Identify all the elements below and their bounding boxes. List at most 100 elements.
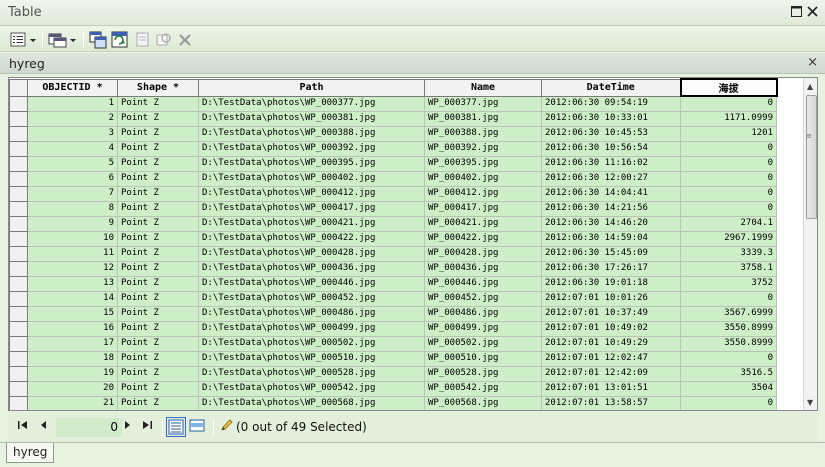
cell-objectid[interactable]: 10 (27, 230, 118, 247)
cell-datetime[interactable]: 2012:06:30 14:59:04 (541, 230, 681, 247)
cell-elevation[interactable]: 1201 (680, 125, 777, 142)
table-row[interactable]: 5 Point Z D:\TestData\photos\WP_000395.jpg… (9, 155, 777, 172)
switch-selection-icon[interactable] (111, 30, 129, 49)
select-by-attributes-icon[interactable] (89, 30, 107, 49)
table-row[interactable]: 2 Point Z D:\TestData\photos\WP_000381.jpg… (9, 110, 777, 127)
show-selected-records-button[interactable] (188, 417, 208, 437)
cell-shape[interactable]: Point Z (117, 290, 199, 307)
cell-datetime[interactable]: 2012:06:30 12:00:27 (541, 170, 681, 187)
cell-name[interactable]: WP_000377.jpg (424, 95, 542, 112)
cell-shape[interactable]: Point Z (117, 260, 199, 277)
table-row[interactable]: 1 Point Z D:\TestData\photos\WP_000377.jpg… (9, 95, 777, 112)
cell-objectid[interactable]: 15 (27, 305, 118, 322)
row-selector[interactable] (9, 155, 28, 172)
cell-objectid[interactable]: 13 (27, 275, 118, 292)
cell-shape[interactable]: Point Z (117, 185, 199, 202)
cell-shape[interactable]: Point Z (117, 395, 199, 410)
column-header-name[interactable]: Name (424, 78, 542, 97)
row-selector[interactable] (9, 380, 28, 397)
cell-datetime[interactable]: 2012:06:30 10:56:54 (541, 140, 681, 157)
cell-path[interactable]: D:\TestData\photos\WP_000412.jpg (198, 185, 425, 202)
column-header-elevation[interactable]: 海拔 (679, 78, 778, 97)
cell-shape[interactable]: Point Z (117, 305, 199, 322)
cell-path[interactable]: D:\TestData\photos\WP_000402.jpg (198, 170, 425, 187)
cell-name[interactable]: WP_000499.jpg (424, 320, 542, 337)
cell-shape[interactable]: Point Z (117, 350, 199, 367)
table-options-dropdown[interactable] (10, 30, 38, 49)
cell-objectid[interactable]: 12 (27, 260, 118, 277)
cell-elevation[interactable]: 3504 (680, 380, 777, 397)
cell-datetime[interactable]: 2012:07:01 13:58:57 (541, 395, 681, 410)
cell-path[interactable]: D:\TestData\photos\WP_000436.jpg (198, 260, 425, 277)
cell-objectid[interactable]: 20 (27, 380, 118, 397)
cell-name[interactable]: WP_000421.jpg (424, 215, 542, 232)
cell-datetime[interactable]: 2012:07:01 10:37:49 (541, 305, 681, 322)
cell-path[interactable]: D:\TestData\photos\WP_000568.jpg (198, 395, 425, 410)
cell-elevation[interactable]: 3567.6999 (680, 305, 777, 322)
cell-datetime[interactable]: 2012:07:01 12:42:09 (541, 365, 681, 382)
cell-shape[interactable]: Point Z (117, 365, 199, 382)
cell-objectid[interactable]: 6 (27, 170, 118, 187)
cell-elevation[interactable]: 0 (680, 170, 777, 187)
restore-icon[interactable] (790, 6, 803, 19)
last-record-icon[interactable] (142, 420, 153, 433)
cell-objectid[interactable]: 7 (27, 185, 118, 202)
first-record-icon[interactable] (17, 420, 28, 433)
cell-shape[interactable]: Point Z (117, 170, 199, 187)
cell-name[interactable]: WP_000486.jpg (424, 305, 542, 322)
cell-path[interactable]: D:\TestData\photos\WP_000388.jpg (198, 125, 425, 142)
tab-close-icon[interactable]: × (807, 55, 818, 70)
cell-shape[interactable]: Point Z (117, 140, 199, 157)
cell-datetime[interactable]: 2012:06:30 17:26:17 (541, 260, 681, 277)
row-selector[interactable] (9, 275, 28, 292)
cell-path[interactable]: D:\TestData\photos\WP_000452.jpg (198, 290, 425, 307)
cell-shape[interactable]: Point Z (117, 200, 199, 217)
cell-elevation[interactable]: 1171.0999 (680, 110, 777, 127)
next-record-icon[interactable] (124, 420, 132, 433)
cell-name[interactable]: WP_000422.jpg (424, 230, 542, 247)
cell-objectid[interactable]: 11 (27, 245, 118, 262)
cell-objectid[interactable]: 16 (27, 320, 118, 337)
table-row[interactable]: 3 Point Z D:\TestData\photos\WP_000388.jpg… (9, 125, 777, 142)
cell-shape[interactable]: Point Z (117, 230, 199, 247)
cell-name[interactable]: WP_000381.jpg (424, 110, 542, 127)
cell-objectid[interactable]: 4 (27, 140, 118, 157)
cell-objectid[interactable]: 9 (27, 215, 118, 232)
close-icon[interactable] (806, 6, 819, 19)
cell-path[interactable]: D:\TestData\photos\WP_000486.jpg (198, 305, 425, 322)
table-row[interactable]: 6 Point Z D:\TestData\photos\WP_000402.jpg… (9, 170, 777, 187)
table-row[interactable]: 14 Point Z D:\TestData\photos\WP_000452.jp… (9, 290, 777, 307)
cell-shape[interactable]: Point Z (117, 320, 199, 337)
cell-name[interactable]: WP_000510.jpg (424, 350, 542, 367)
cell-elevation[interactable]: 0 (680, 185, 777, 202)
cell-datetime[interactable]: 2012:06:30 19:01:18 (541, 275, 681, 292)
row-selector[interactable] (9, 140, 28, 157)
cell-datetime[interactable]: 2012:06:30 10:33:01 (541, 110, 681, 127)
table-row[interactable]: 19 Point Z D:\TestData\photos\WP_000528.jp… (9, 365, 777, 382)
cell-elevation[interactable]: 3550.8999 (680, 320, 777, 337)
cell-name[interactable]: WP_000542.jpg (424, 380, 542, 397)
table-row[interactable]: 17 Point Z D:\TestData\photos\WP_000502.jp… (9, 335, 777, 352)
cell-shape[interactable]: Point Z (117, 155, 199, 172)
table-row[interactable]: 15 Point Z D:\TestData\photos\WP_000486.jp… (9, 305, 777, 322)
cell-shape[interactable]: Point Z (117, 275, 199, 292)
cell-name[interactable]: WP_000412.jpg (424, 185, 542, 202)
cell-elevation[interactable]: 0 (680, 155, 777, 172)
zoom-to-selected-icon[interactable] (156, 30, 172, 49)
cell-elevation[interactable]: 3550.8999 (680, 335, 777, 352)
row-selector[interactable] (9, 350, 28, 367)
cell-datetime[interactable]: 2012:06:30 14:46:20 (541, 215, 681, 232)
cell-name[interactable]: WP_000452.jpg (424, 290, 542, 307)
row-selector[interactable] (9, 365, 28, 382)
column-header-shape[interactable]: Shape * (117, 78, 199, 97)
cell-path[interactable]: D:\TestData\photos\WP_000422.jpg (198, 230, 425, 247)
row-selector[interactable] (9, 200, 28, 217)
cell-name[interactable]: WP_000446.jpg (424, 275, 542, 292)
row-selector[interactable] (9, 305, 28, 322)
table-row[interactable]: 10 Point Z D:\TestData\photos\WP_000422.jp… (9, 230, 777, 247)
cell-objectid[interactable]: 21 (27, 395, 118, 410)
table-row[interactable]: 16 Point Z D:\TestData\photos\WP_000499.jp… (9, 320, 777, 337)
row-selector[interactable] (9, 245, 28, 262)
delete-selected-icon[interactable] (178, 30, 192, 49)
cell-path[interactable]: D:\TestData\photos\WP_000381.jpg (198, 110, 425, 127)
